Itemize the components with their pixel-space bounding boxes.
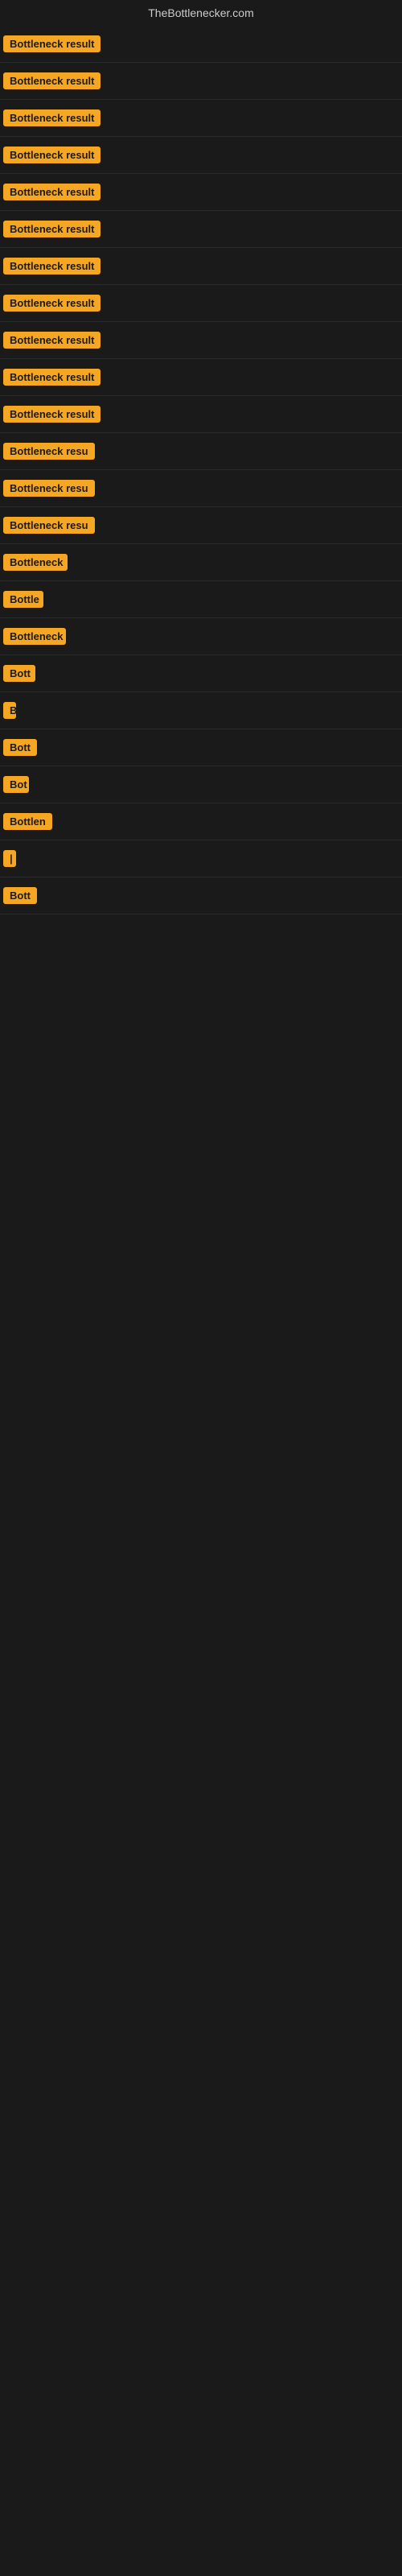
bottleneck-result-badge[interactable]: | bbox=[3, 850, 16, 867]
bottleneck-result-badge[interactable]: Bottleneck bbox=[3, 554, 68, 571]
bottleneck-result-badge[interactable]: Bottleneck result bbox=[3, 369, 100, 386]
list-item: Bottleneck resu bbox=[0, 433, 402, 470]
list-item: Bottleneck result bbox=[0, 248, 402, 285]
list-item: Bottleneck result bbox=[0, 211, 402, 248]
bottleneck-result-badge[interactable]: Bottleneck result bbox=[3, 406, 100, 423]
list-item: Bottle bbox=[0, 581, 402, 618]
list-item: Bottleneck result bbox=[0, 137, 402, 174]
bottleneck-result-badge[interactable]: Bottleneck result bbox=[3, 35, 100, 52]
list-item: Bottleneck resu bbox=[0, 470, 402, 507]
list-item: Bott bbox=[0, 877, 402, 914]
list-item: | bbox=[0, 840, 402, 877]
bottleneck-result-badge[interactable]: Bottlen bbox=[3, 813, 52, 830]
list-item: Bottleneck result bbox=[0, 174, 402, 211]
list-item: Bottlen bbox=[0, 803, 402, 840]
list-item: Bottleneck resu bbox=[0, 507, 402, 544]
bottleneck-result-badge[interactable]: Bottle bbox=[3, 591, 43, 608]
list-item: Bottleneck result bbox=[0, 26, 402, 63]
bottleneck-result-badge[interactable]: Bottleneck result bbox=[3, 184, 100, 200]
list-item: Bottleneck result bbox=[0, 100, 402, 137]
list-item: B bbox=[0, 692, 402, 729]
list-item: Bott bbox=[0, 655, 402, 692]
list-item: Bottleneck result bbox=[0, 285, 402, 322]
list-item: Bottleneck result bbox=[0, 322, 402, 359]
bottleneck-result-badge[interactable]: Bottleneck result bbox=[3, 332, 100, 349]
bottleneck-result-badge[interactable]: Bottleneck result bbox=[3, 72, 100, 89]
bottleneck-result-badge[interactable]: Bottleneck resu bbox=[3, 480, 95, 497]
bottleneck-result-badge[interactable]: B bbox=[3, 702, 16, 719]
bottleneck-result-badge[interactable]: Bottleneck result bbox=[3, 147, 100, 163]
list-item: Bot bbox=[0, 766, 402, 803]
bottleneck-result-badge[interactable]: Bottleneck resu bbox=[3, 517, 95, 534]
list-item: Bottleneck result bbox=[0, 396, 402, 433]
bottleneck-result-badge[interactable]: Bott bbox=[3, 665, 35, 682]
bottleneck-result-badge[interactable]: Bot bbox=[3, 776, 29, 793]
bottleneck-result-badge[interactable]: Bottleneck result bbox=[3, 295, 100, 312]
bottleneck-result-badge[interactable]: Bottleneck result bbox=[3, 109, 100, 126]
list-item: Bottleneck bbox=[0, 544, 402, 581]
list-item: Bottleneck result bbox=[0, 63, 402, 100]
site-title: TheBottlenecker.com bbox=[0, 0, 402, 26]
bottleneck-result-badge[interactable]: Bottleneck bbox=[3, 628, 66, 645]
bottleneck-result-badge[interactable]: Bottleneck resu bbox=[3, 443, 95, 460]
bottleneck-result-badge[interactable]: Bottleneck result bbox=[3, 258, 100, 275]
list-item: Bottleneck bbox=[0, 618, 402, 655]
bottleneck-result-badge[interactable]: Bott bbox=[3, 739, 37, 756]
bottleneck-result-badge[interactable]: Bott bbox=[3, 887, 37, 904]
list-item: Bottleneck result bbox=[0, 359, 402, 396]
list-item: Bott bbox=[0, 729, 402, 766]
bottleneck-result-badge[interactable]: Bottleneck result bbox=[3, 221, 100, 237]
